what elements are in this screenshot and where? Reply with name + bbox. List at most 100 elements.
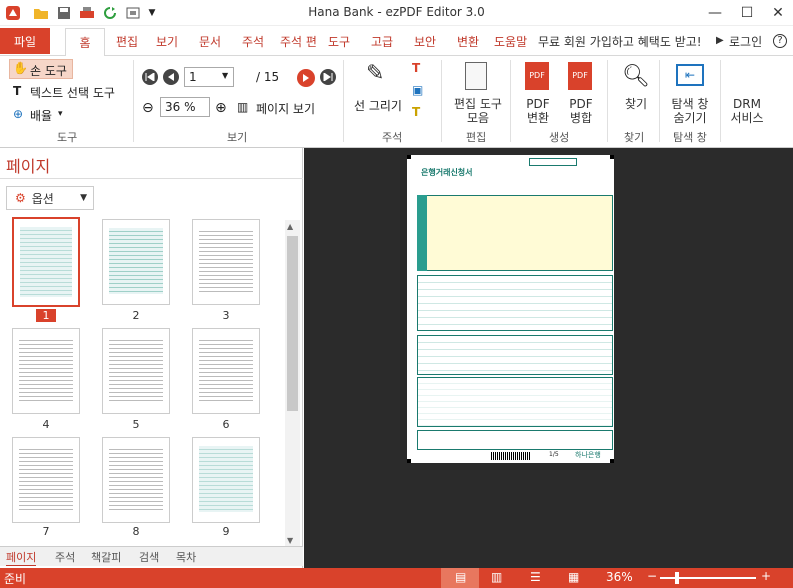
thumbnail-label: 9 [222, 525, 230, 538]
thumbnail-image [20, 227, 72, 297]
thumbnail-page-5[interactable] [102, 328, 170, 414]
highlight-annot-icon[interactable]: T [412, 105, 420, 119]
zoom-slider-thumb[interactable] [675, 572, 679, 584]
zoom-input[interactable]: 36 % [160, 97, 210, 117]
zoom-in-icon[interactable]: ⊕ [215, 100, 227, 116]
form-section-deposit [417, 275, 613, 331]
thumbnail-label: 6 [222, 418, 230, 431]
divider [0, 178, 303, 179]
text-select-tool-button[interactable]: 텍스트 선택 도구 [30, 84, 115, 101]
minimize-button[interactable]: — [700, 0, 730, 26]
panel-tab-toc[interactable]: 목차 [176, 549, 196, 565]
zoom-in-button[interactable]: + [761, 569, 771, 583]
thumbnail-image [109, 337, 163, 403]
first-page-icon[interactable] [142, 69, 158, 85]
page-total: / 15 [256, 70, 280, 84]
close-button[interactable]: ✕ [763, 0, 793, 26]
facing-view-button[interactable]: ▦ [568, 570, 579, 584]
drm-service-button[interactable]: DRM 서비스 [722, 97, 772, 125]
window-title: Hana Bank - ezPDF Editor 3.0 [308, 5, 485, 19]
pen-icon: ✎ [366, 61, 385, 86]
tab-help[interactable]: 도움말 [494, 33, 527, 50]
thumbnail-page-2[interactable] [102, 219, 170, 305]
scrollbar-thumb[interactable] [287, 236, 298, 411]
thumbnail-image [109, 446, 163, 512]
maximize-button[interactable]: ☐ [732, 0, 762, 26]
hand-icon: ✋ [13, 61, 28, 75]
zoom-tool-button[interactable]: 배율 [30, 107, 52, 124]
tab-edit[interactable]: 편집 [116, 33, 138, 50]
thumbnail-label: 2 [132, 309, 140, 322]
thumbnail-page-6[interactable] [192, 328, 260, 414]
group-label-nav-pane: 탐색 창 [673, 131, 707, 144]
chevron-down-icon: ▼ [80, 193, 87, 203]
last-page-icon[interactable] [320, 69, 336, 85]
ribbon-separator [659, 60, 660, 142]
crop-mark [407, 459, 411, 463]
thumbnail-page-4[interactable] [12, 328, 80, 414]
tab-convert[interactable]: 변환 [457, 33, 479, 50]
promo-link[interactable]: 무료 회원 가입하고 혜택도 받고! [538, 33, 702, 50]
find-button[interactable]: 찾기 [620, 97, 652, 111]
panel-tabs: 페이지 주석 책갈피 검색 목차 [0, 546, 303, 566]
form-section-bank-use [417, 430, 613, 450]
find-icon: 🔍︎ [622, 64, 650, 89]
ribbon-separator [720, 60, 721, 142]
pdf-convert-button[interactable]: PDF 변환 [522, 97, 554, 125]
tab-security[interactable]: 보안 [414, 33, 436, 50]
thumbnail-page-3[interactable] [192, 219, 260, 305]
panel-tab-pages[interactable]: 페이지 [6, 549, 37, 566]
scroll-down-icon[interactable]: ▼ [287, 536, 293, 545]
panel-tab-search[interactable]: 검색 [139, 549, 159, 565]
thumbnail-page-9[interactable] [192, 437, 260, 523]
thumbnail-page-1[interactable] [12, 217, 80, 307]
ribbon-separator [343, 60, 344, 142]
tab-tools[interactable]: 도구 [328, 33, 350, 50]
draw-line-button[interactable]: 선 그리기 [354, 97, 402, 114]
pdf-merge-icon: PDF [568, 62, 592, 90]
zoom-out-button[interactable]: − [647, 569, 657, 583]
prev-page-icon[interactable] [163, 69, 179, 85]
pdf-merge-button[interactable]: PDF 병합 [565, 97, 597, 125]
thumbnail-image [199, 337, 253, 403]
continuous-view-button[interactable]: ☰ [530, 570, 541, 584]
options-button[interactable]: ⚙ 옵션 ▼ [6, 186, 94, 210]
thumbnail-image [19, 337, 73, 403]
two-page-view-button[interactable]: ▥ [491, 570, 502, 584]
image-annot-icon[interactable]: ▣ [412, 83, 423, 97]
group-label-view: 보기 [227, 131, 248, 144]
thumbnail-label: 3 [222, 309, 230, 322]
zoom-out-icon[interactable]: ⊖ [142, 100, 154, 116]
page-dropdown-icon[interactable]: ▼ [222, 71, 228, 80]
edit-tools-icon [465, 62, 487, 90]
file-menu[interactable]: 파일 [0, 28, 50, 54]
tab-home[interactable]: 홈 [65, 28, 105, 56]
document-page[interactable]: 은행거래신청서 1/5 하나은행 [407, 155, 614, 463]
tab-document[interactable]: 문서 [199, 33, 221, 50]
form-section-terms [417, 377, 613, 427]
tab-annotation[interactable]: 주석 [242, 33, 264, 50]
group-label-create: 생성 [549, 131, 570, 144]
login-link[interactable]: 로그인 [729, 33, 762, 50]
scroll-up-icon[interactable]: ▲ [287, 222, 293, 231]
text-annot-icon[interactable]: T [412, 61, 420, 75]
panel-tab-annotations[interactable]: 주석 [55, 549, 75, 565]
help-icon[interactable]: ? [773, 34, 787, 48]
zoom-dropdown-icon[interactable]: ▾ [58, 109, 63, 119]
page-view-button[interactable]: 페이지 보기 [256, 100, 315, 117]
tab-advanced[interactable]: 고급 [371, 33, 393, 50]
group-label-find: 찾기 [624, 131, 645, 144]
thumbnail-page-7[interactable] [12, 437, 80, 523]
thumbnail-page-8[interactable] [102, 437, 170, 523]
group-label-annotation: 주석 [382, 131, 403, 144]
bank-logo: 하나은행 [575, 451, 601, 459]
ribbon-separator [133, 60, 134, 142]
hide-nav-pane-button[interactable]: 탐색 창 숨기기 [664, 97, 716, 125]
tab-annotation-edit[interactable]: 주석 편 [280, 33, 317, 50]
tab-view[interactable]: 보기 [156, 33, 178, 50]
thumbnail-label: 4 [42, 418, 50, 431]
panel-tab-bookmarks[interactable]: 책갈피 [91, 549, 121, 565]
next-page-icon[interactable] [297, 69, 315, 87]
edit-tools-button[interactable]: 편집 도구 모음 [448, 97, 508, 125]
dock-panel-icon: ⇤ [676, 64, 704, 86]
